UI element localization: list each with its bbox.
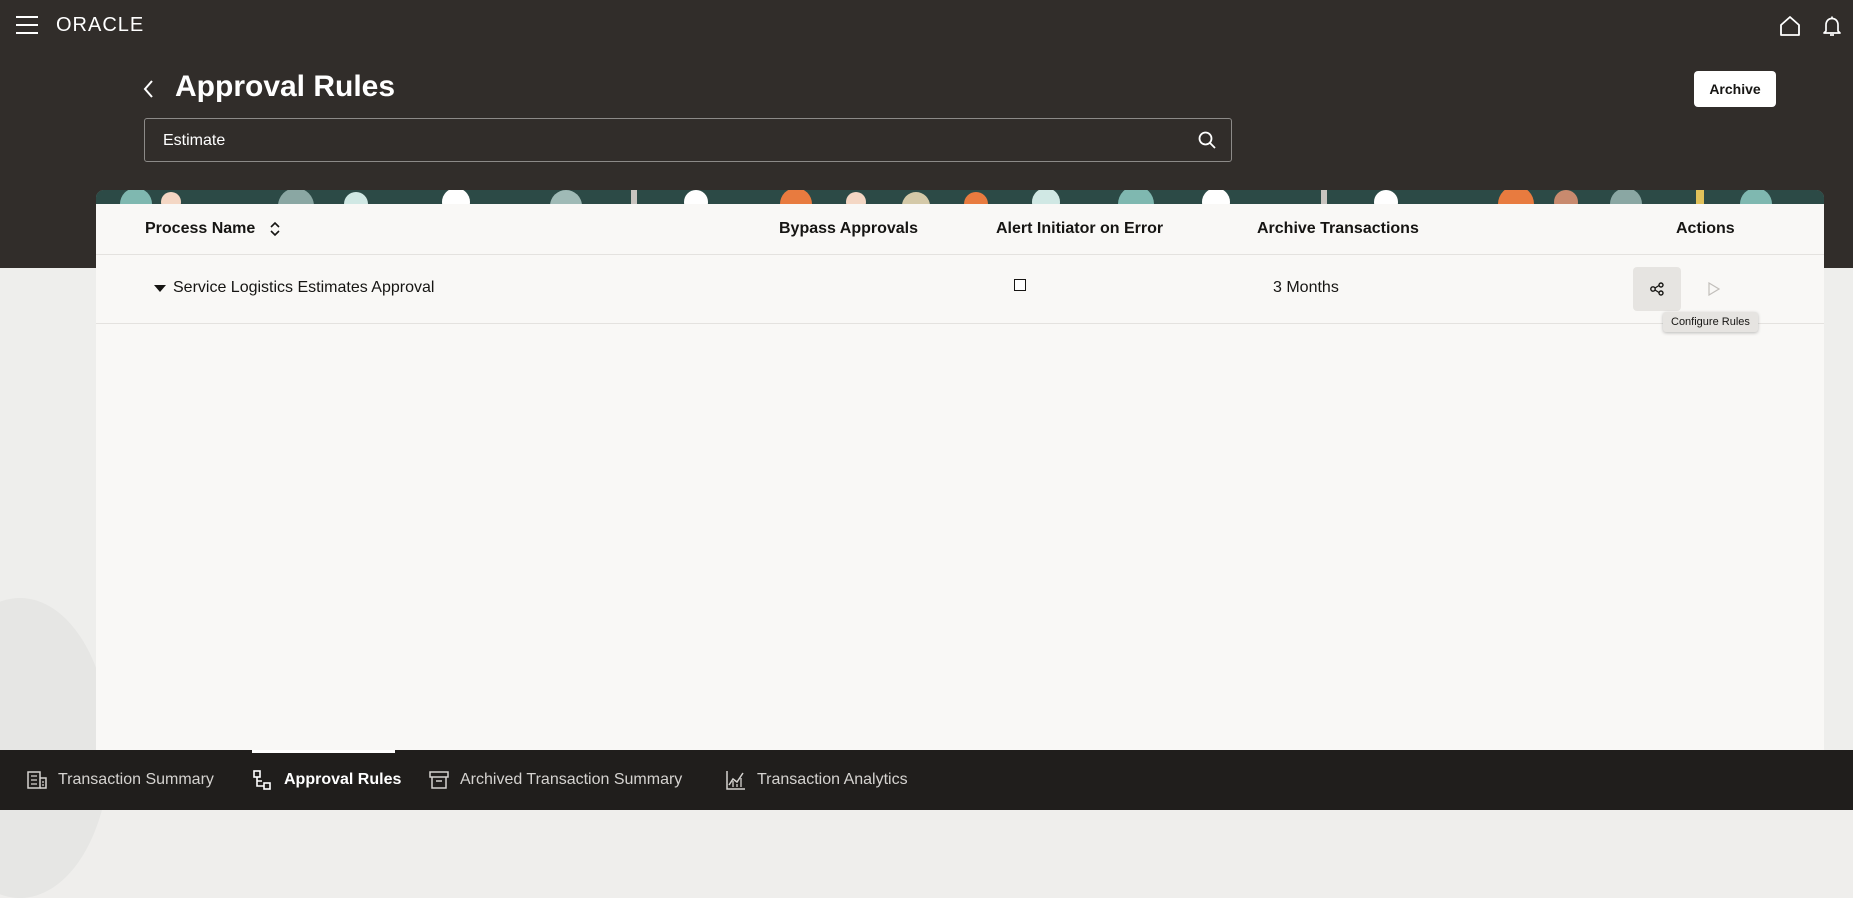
chart-icon	[726, 771, 745, 790]
decorative-banner	[96, 190, 1824, 204]
back-chevron-icon[interactable]	[138, 76, 160, 102]
column-header-label: Process Name	[145, 220, 256, 237]
tab-label: Transaction Analytics	[757, 771, 908, 788]
tab-label: Approval Rules	[284, 771, 402, 788]
notifications-bell-icon[interactable]	[1820, 14, 1844, 38]
background-decoration	[0, 598, 110, 898]
oracle-logo[interactable]: ORACLE	[56, 14, 144, 37]
bottom-navigation: Transaction Summary Approval Rules Archi…	[0, 750, 1853, 810]
menu-icon[interactable]	[16, 16, 40, 36]
process-name-cell: Service Logistics Estimates Approval	[173, 279, 435, 296]
column-header-alert-initiator: Alert Initiator on Error	[996, 220, 1164, 237]
page-title: Approval Rules	[175, 70, 396, 103]
play-icon	[1708, 282, 1720, 296]
archive-transactions-select[interactable]: 3 Months	[1248, 269, 1688, 309]
tab-transaction-summary[interactable]: Transaction Summary	[26, 750, 214, 810]
alert-initiator-checkbox[interactable]	[1014, 279, 1026, 291]
column-header-actions: Actions	[1676, 220, 1735, 237]
tab-label: Transaction Summary	[58, 771, 214, 788]
home-icon[interactable]	[1778, 14, 1802, 38]
column-header-bypass-approvals: Bypass Approvals	[779, 220, 919, 237]
archive-select-value: 3 Months	[1273, 279, 1339, 296]
archive-box-icon	[429, 771, 449, 789]
column-header-archive-transactions: Archive Transactions	[1257, 220, 1419, 237]
sort-icon[interactable]	[268, 221, 282, 237]
tab-label: Archived Transaction Summary	[460, 771, 683, 788]
tab-archived-transaction-summary[interactable]: Archived Transaction Summary	[428, 750, 682, 810]
configure-rules-tooltip: Configure Rules	[1663, 312, 1758, 332]
run-button[interactable]	[1696, 267, 1732, 311]
search-field[interactable]	[144, 118, 1232, 163]
configure-rules-button[interactable]	[1633, 267, 1681, 311]
table-icon	[27, 771, 47, 789]
tab-transaction-analytics[interactable]: Transaction Analytics	[725, 750, 908, 810]
tab-approval-rules[interactable]: Approval Rules	[252, 750, 401, 810]
table-row[interactable]: Service Logistics Estimates Approval 3 M…	[96, 255, 1824, 324]
configure-rules-icon	[1650, 282, 1664, 296]
global-navbar: ORACLE	[0, 0, 1853, 52]
hierarchy-icon	[253, 770, 271, 790]
search-icon[interactable]	[1197, 130, 1217, 150]
search-input[interactable]	[161, 119, 1165, 163]
archive-button[interactable]: Archive	[1694, 71, 1776, 107]
expand-caret-icon[interactable]	[154, 284, 166, 294]
approval-rules-card: Process Name Bypass Approvals Alert Init…	[96, 190, 1824, 750]
table-header: Process Name Bypass Approvals Alert Init…	[96, 204, 1824, 255]
column-header-process-name[interactable]: Process Name	[145, 204, 282, 254]
